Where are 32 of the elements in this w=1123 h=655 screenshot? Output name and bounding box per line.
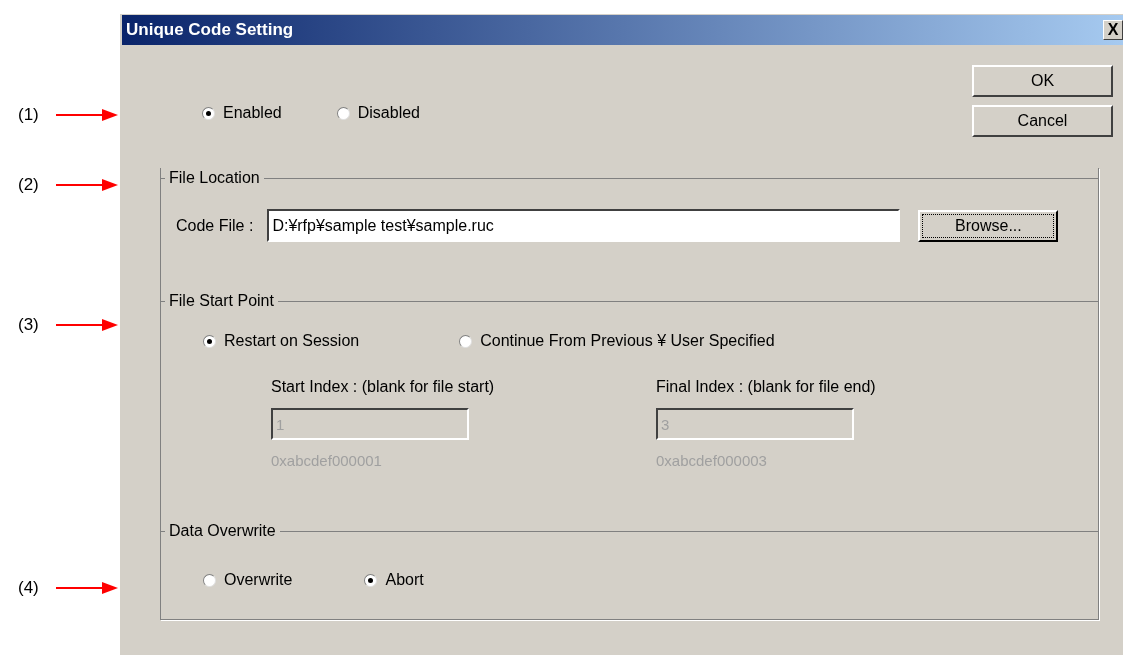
field-label: Start Index : (blank for file start) (271, 378, 496, 397)
arrow-icon (56, 178, 118, 192)
arrow-icon (56, 108, 118, 122)
annotation-label: (3) (18, 315, 40, 335)
group-heading: File Start Point (169, 292, 274, 310)
group-heading: File Location (169, 169, 260, 187)
arrow-icon (56, 318, 118, 332)
radio-label[interactable]: Disabled (357, 104, 420, 122)
close-button[interactable]: X (1103, 20, 1123, 40)
group-heading: Data Overwrite (169, 522, 276, 540)
dialog-button[interactable]: OK (972, 65, 1113, 97)
radio-label[interactable]: Continue From Previous ¥ User Specified (480, 332, 775, 350)
dialog-button[interactable]: Cancel (972, 105, 1113, 137)
annotation-label: (4) (18, 578, 40, 598)
radio-button[interactable] (203, 334, 216, 348)
field-label: Final Index : (blank for file end) (656, 378, 877, 397)
radio-label[interactable]: Enabled (223, 104, 282, 122)
radio-button[interactable] (203, 573, 216, 587)
radio-label[interactable]: Overwrite (224, 571, 293, 589)
browse-button[interactable]: Browse... (918, 209, 1059, 242)
radio-button[interactable] (202, 106, 215, 120)
code-file-field[interactable]: D:¥rfp¥sample test¥sample.ruc (267, 209, 901, 242)
window-title: Unique Code Setting (125, 20, 294, 40)
arrow-icon (56, 581, 118, 595)
radio-button[interactable] (459, 334, 473, 348)
radio-button[interactable] (364, 573, 378, 587)
annotation-label: (1) (18, 105, 40, 125)
annotation-label: (2) (18, 175, 40, 195)
radio-button[interactable] (336, 106, 350, 120)
field-label: Code File : (176, 216, 254, 235)
radio-label[interactable]: Restart on Session (224, 332, 360, 350)
radio-label[interactable]: Abort (385, 571, 424, 589)
